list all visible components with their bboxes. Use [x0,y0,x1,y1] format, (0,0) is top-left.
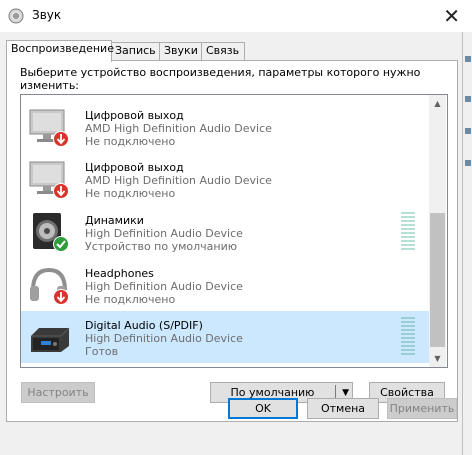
playback-panel: Выберите устройство воспроизведения, пар… [6,60,458,422]
scroll-down-icon[interactable]: ▼ [429,350,446,367]
device-name: Цифровой выход [85,161,184,174]
device-status: Готов [85,345,119,358]
tab-communications[interactable]: Связь [201,42,245,60]
device-list[interactable]: Цифровой выход AMD High Definition Audio… [20,94,448,368]
device-driver: High Definition Audio Device [85,227,243,240]
device-name: Цифровой выход [85,109,184,122]
level-meter [401,317,415,357]
speaker-icon [33,213,69,252]
tab-playback[interactable]: Воспроизведение [6,40,114,62]
close-icon[interactable]: ✕ [443,4,460,28]
monitor-icon [29,109,69,147]
device-status: Устройство по умолчанию [85,240,238,253]
device-driver: High Definition Audio Device [85,280,243,293]
ok-button[interactable]: OK [228,398,298,419]
level-meter [401,212,415,252]
background-window-edge [462,32,472,455]
device-name: Headphones [85,267,154,280]
list-item[interactable]: Headphones High Definition Audio Device … [21,259,429,311]
configure-button[interactable]: Настроить [21,382,95,403]
device-driver: AMD High Definition Audio Device [85,174,272,187]
scroll-up-icon[interactable]: ▲ [429,95,446,112]
device-driver: High Definition Audio Device [85,332,243,345]
window-title: Звук [32,8,62,22]
scroll-thumb[interactable] [430,213,445,347]
speaker-title-icon [8,8,24,24]
list-item-selected[interactable]: Digital Audio (S/PDIF) High Definition A… [21,311,429,363]
apply-button[interactable]: Применить [387,398,457,419]
device-status: Не подключено [85,293,176,306]
device-status: Не подключено [85,187,176,200]
list-item[interactable]: Цифровой выход AMD High Definition Audio… [21,153,429,205]
tab-sounds[interactable]: Звуки [159,42,203,60]
prompt-text: Выберите устройство воспроизведения, пар… [20,66,421,92]
list-item[interactable]: Динамики High Definition Audio Device Ус… [21,206,429,258]
headphones-icon [30,267,69,305]
device-name: Digital Audio (S/PDIF) [85,319,203,332]
sound-dialog: Воспроизведение Запись Звуки Связь Выбер… [0,32,462,455]
device-status: Не подключено [85,135,176,148]
spdif-receiver-icon [31,327,70,352]
vertical-scrollbar[interactable]: ▲ ▼ [429,95,446,367]
list-item[interactable]: Цифровой выход AMD High Definition Audio… [21,101,429,153]
tab-recording[interactable]: Запись [110,42,160,60]
device-name: Динамики [85,214,144,227]
monitor-icon [29,161,69,199]
cancel-button[interactable]: Отмена [307,398,379,419]
title-bar: Звук ✕ [0,0,472,32]
device-driver: AMD High Definition Audio Device [85,122,272,135]
